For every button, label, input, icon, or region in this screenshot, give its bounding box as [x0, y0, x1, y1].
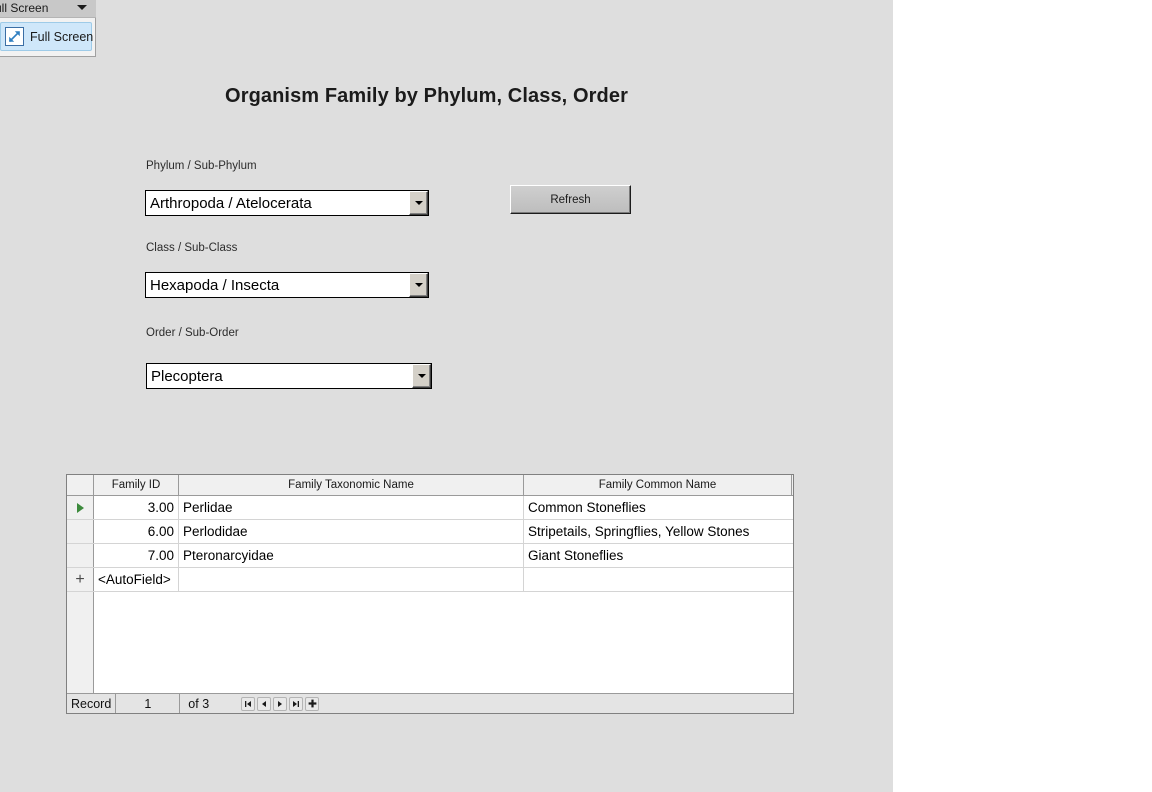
- cell-new-family-common-name[interactable]: [524, 568, 792, 591]
- previous-record-icon: [262, 700, 267, 707]
- new-record-plus-icon: +: [75, 570, 85, 588]
- table-row[interactable]: 3.00 Perlidae Common Stoneflies: [67, 496, 793, 520]
- refresh-button[interactable]: Refresh: [510, 185, 631, 214]
- page-title: Organism Family by Phylum, Class, Order: [225, 85, 628, 107]
- chevron-down-icon[interactable]: [77, 5, 87, 10]
- phylum-combobox[interactable]: Arthropoda / Atelocerata: [145, 190, 429, 216]
- phylum-field-label: Phylum / Sub-Phylum: [146, 160, 257, 172]
- datasheet-empty-area: [67, 592, 793, 693]
- chevron-down-icon: [417, 374, 426, 378]
- column-header-family-common-name[interactable]: Family Common Name: [524, 475, 792, 495]
- datasheet-grid: Family ID Family Taxonomic Name Family C…: [67, 475, 793, 693]
- new-record-button[interactable]: [305, 696, 320, 711]
- next-record-button[interactable]: [273, 696, 288, 711]
- record-nav-buttons: [241, 696, 320, 711]
- class-combobox-value: Hexapoda / Insecta: [146, 273, 409, 297]
- table-row[interactable]: 7.00 Pteronarcyidae Giant Stoneflies: [67, 544, 793, 568]
- cell-family-taxonomic-name[interactable]: Perlodidae: [179, 520, 524, 543]
- order-dropdown-button[interactable]: [412, 364, 431, 388]
- new-record-selector[interactable]: +: [67, 568, 94, 591]
- column-header-family-taxonomic-name[interactable]: Family Taxonomic Name: [179, 475, 524, 495]
- datasheet-header-row: Family ID Family Taxonomic Name Family C…: [67, 475, 793, 496]
- cell-family-common-name[interactable]: Stripetails, Springflies, Yellow Stones: [524, 520, 792, 543]
- column-header-family-id[interactable]: Family ID: [94, 475, 179, 495]
- class-combobox[interactable]: Hexapoda / Insecta: [145, 272, 429, 298]
- record-label: Record: [67, 694, 117, 713]
- class-dropdown-button[interactable]: [409, 273, 428, 297]
- current-record-arrow-icon: [76, 502, 84, 513]
- cell-family-id[interactable]: 6.00: [94, 520, 179, 543]
- cell-family-id[interactable]: 3.00: [94, 496, 179, 519]
- previous-record-button[interactable]: [257, 696, 272, 711]
- next-record-icon: [278, 700, 283, 707]
- header-selector-cell: [67, 475, 94, 495]
- fullscreen-arrow-icon: [5, 27, 24, 46]
- first-record-button[interactable]: [241, 696, 256, 711]
- order-combobox[interactable]: Plecoptera: [146, 363, 432, 389]
- menu-item-full-screen[interactable]: Full Screen: [0, 22, 94, 51]
- class-field-label: Class / Sub-Class: [146, 242, 238, 254]
- empty-grid-area: [94, 592, 793, 693]
- record-selector[interactable]: [67, 544, 94, 567]
- table-row[interactable]: 6.00 Perlodidae Stripetails, Springflies…: [67, 520, 793, 544]
- order-combobox-value: Plecoptera: [147, 364, 412, 388]
- cell-new-family-id[interactable]: <AutoField>: [94, 568, 179, 591]
- phylum-dropdown-button[interactable]: [409, 191, 428, 215]
- access-form-canvas: Organism Family by Phylum, Class, Order …: [0, 0, 893, 792]
- order-field-label: Order / Sub-Order: [146, 327, 239, 339]
- cell-family-taxonomic-name[interactable]: Perlidae: [179, 496, 524, 519]
- cell-new-family-taxonomic-name[interactable]: [179, 568, 524, 591]
- record-selector[interactable]: [67, 520, 94, 543]
- family-datasheet: Family ID Family Taxonomic Name Family C…: [66, 474, 794, 714]
- menu-item-full-screen-label: Full Screen: [30, 29, 94, 44]
- record-navigator: Record 1 of 3: [67, 693, 793, 713]
- first-record-icon: [245, 700, 252, 707]
- cell-family-id[interactable]: 7.00: [94, 544, 179, 567]
- ribbon-dropdown-panel: ull Screen Full Screen: [0, 0, 96, 57]
- cell-family-taxonomic-name[interactable]: Pteronarcyidae: [179, 544, 524, 567]
- last-record-button[interactable]: [289, 696, 304, 711]
- ribbon-group-header[interactable]: ull Screen: [0, 0, 96, 18]
- new-record-row[interactable]: + <AutoField>: [67, 568, 793, 592]
- chevron-down-icon: [414, 283, 423, 287]
- phylum-combobox-value: Arthropoda / Atelocerata: [146, 191, 409, 215]
- ribbon-group-label: ull Screen: [0, 1, 49, 15]
- last-record-icon: [293, 700, 300, 707]
- record-selector-current[interactable]: [67, 496, 94, 519]
- cell-family-common-name[interactable]: Common Stoneflies: [524, 496, 792, 519]
- record-number-input[interactable]: 1: [116, 694, 181, 713]
- new-record-icon: [308, 699, 317, 708]
- chevron-down-icon: [414, 201, 423, 205]
- empty-selector-strip: [67, 592, 94, 693]
- record-total-label: of 3: [188, 696, 210, 711]
- cell-family-common-name[interactable]: Giant Stoneflies: [524, 544, 792, 567]
